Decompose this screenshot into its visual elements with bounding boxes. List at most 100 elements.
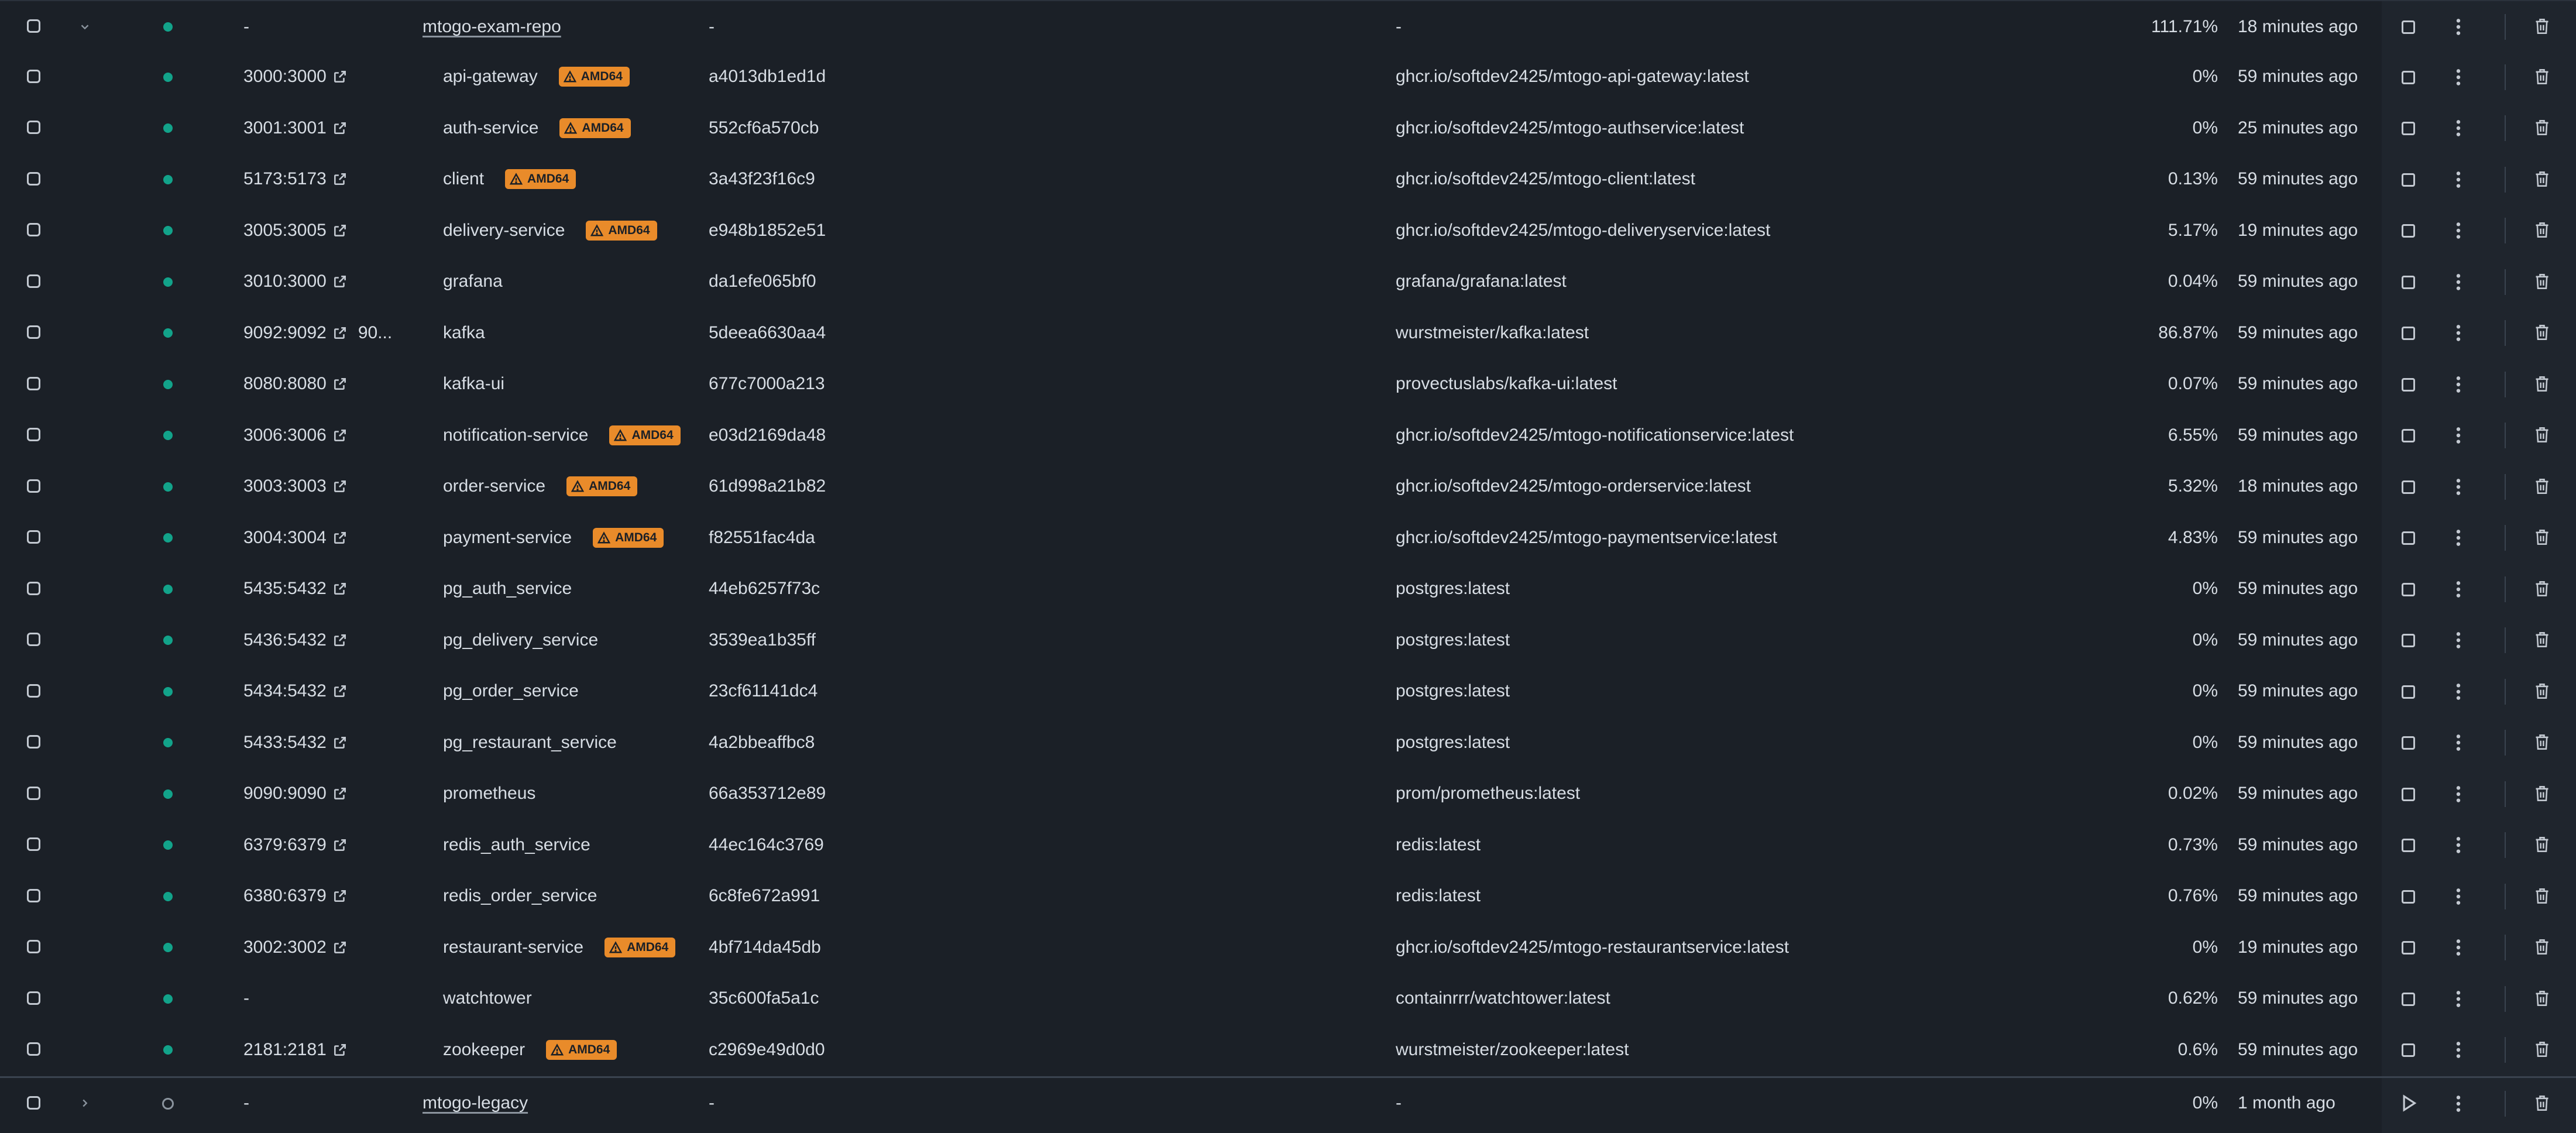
delete-icon[interactable] bbox=[2534, 630, 2550, 652]
delete-icon[interactable] bbox=[2534, 118, 2550, 140]
row-checkbox[interactable] bbox=[27, 786, 40, 800]
port-cell[interactable]: 5434:5432 bbox=[243, 666, 348, 717]
row-checkbox[interactable] bbox=[27, 684, 40, 698]
stop-icon[interactable] bbox=[2402, 582, 2415, 596]
port-cell[interactable]: 3001:3001 bbox=[243, 102, 348, 154]
port-link[interactable]: 8080:8080 bbox=[243, 374, 327, 394]
port-cell[interactable]: 3003:3003 bbox=[243, 461, 348, 513]
more-actions-icon[interactable] bbox=[2455, 631, 2462, 653]
external-link-icon[interactable] bbox=[332, 171, 348, 187]
row-checkbox[interactable] bbox=[27, 171, 40, 186]
row-checkbox[interactable] bbox=[27, 428, 40, 441]
container-name[interactable]: restaurant-service AMD64 bbox=[443, 922, 676, 973]
more-actions-icon[interactable] bbox=[2455, 887, 2462, 909]
row-checkbox[interactable] bbox=[27, 376, 40, 390]
port-link[interactable]: 3005:3005 bbox=[243, 221, 327, 241]
port-cell[interactable]: 6380:6379 bbox=[243, 871, 348, 922]
row-checkbox[interactable] bbox=[27, 991, 40, 1005]
row-checkbox[interactable] bbox=[27, 633, 40, 646]
table-row[interactable]: - watchtower 35c600fa5a1c containrrr/watcht… bbox=[0, 973, 2576, 1025]
stop-icon[interactable] bbox=[2402, 531, 2415, 545]
port-link[interactable]: 5434:5432 bbox=[243, 681, 327, 701]
delete-icon[interactable] bbox=[2534, 733, 2550, 754]
stop-icon[interactable] bbox=[2402, 992, 2415, 1006]
project-name-link[interactable]: mtogo-exam-repo bbox=[423, 1, 561, 53]
stop-icon[interactable] bbox=[2402, 480, 2415, 494]
table-row[interactable]: 5434:5432 pg_order_service 23cf61141dc4 pos… bbox=[0, 666, 2576, 717]
port-cell[interactable]: 9090:9090 bbox=[243, 768, 348, 820]
external-link-icon[interactable] bbox=[332, 223, 348, 238]
row-checkbox[interactable] bbox=[27, 735, 40, 749]
delete-icon[interactable] bbox=[2534, 170, 2550, 191]
row-checkbox[interactable] bbox=[27, 479, 40, 493]
more-actions-icon[interactable] bbox=[2455, 990, 2462, 1011]
delete-icon[interactable] bbox=[2534, 477, 2550, 499]
table-row[interactable]: 6379:6379 redis_auth_service 44ec164c3769 r… bbox=[0, 819, 2576, 871]
row-checkbox[interactable] bbox=[27, 19, 40, 33]
port-link[interactable]: 6379:6379 bbox=[243, 835, 327, 855]
container-name[interactable]: pg_restaurant_service bbox=[443, 717, 617, 768]
stop-icon[interactable] bbox=[2402, 377, 2415, 392]
container-name[interactable]: kafka bbox=[443, 307, 485, 359]
port-link[interactable]: 3010:3000 bbox=[243, 272, 327, 291]
stop-icon[interactable] bbox=[2402, 327, 2415, 340]
row-checkbox[interactable] bbox=[27, 274, 40, 288]
container-name[interactable]: zookeeper AMD64 bbox=[443, 1024, 617, 1076]
stop-icon[interactable] bbox=[2402, 787, 2415, 801]
container-name[interactable]: order-service AMD64 bbox=[443, 461, 638, 513]
more-actions-icon[interactable] bbox=[2455, 938, 2462, 960]
external-link-icon[interactable] bbox=[332, 888, 348, 904]
container-name[interactable]: redis_order_service bbox=[443, 871, 597, 922]
more-actions-icon[interactable] bbox=[2455, 1094, 2462, 1116]
more-actions-icon[interactable] bbox=[2455, 478, 2462, 499]
external-link-icon[interactable] bbox=[332, 940, 348, 955]
delete-icon[interactable] bbox=[2534, 67, 2550, 89]
port-cell[interactable]: 3005:3005 bbox=[243, 205, 348, 256]
table-row[interactable]: 3005:3005 delivery-service AMD64 e948b1852e… bbox=[0, 205, 2576, 256]
external-link-icon[interactable] bbox=[332, 633, 348, 648]
port-link[interactable]: 5173:5173 bbox=[243, 169, 327, 189]
port-link[interactable]: 3003:3003 bbox=[243, 476, 327, 496]
port-more[interactable]: 90... bbox=[358, 323, 392, 343]
delete-icon[interactable] bbox=[2534, 1094, 2550, 1115]
port-cell[interactable]: 2181:2181 bbox=[243, 1024, 348, 1076]
container-name[interactable]: prometheus bbox=[443, 768, 535, 820]
external-link-icon[interactable] bbox=[332, 837, 348, 853]
delete-icon[interactable] bbox=[2534, 221, 2550, 242]
delete-icon[interactable] bbox=[2534, 1040, 2550, 1062]
container-name[interactable]: kafka-ui bbox=[443, 359, 504, 410]
row-checkbox[interactable] bbox=[27, 940, 40, 953]
table-row[interactable]: 9092:9092 90... kafka 5deea6630aa4 wurstmeis… bbox=[0, 307, 2576, 359]
port-link[interactable]: 3001:3001 bbox=[243, 118, 327, 138]
port-cell[interactable]: 9092:9092 90... bbox=[243, 307, 392, 359]
stop-icon[interactable] bbox=[2402, 275, 2415, 289]
stop-icon[interactable] bbox=[2402, 173, 2415, 187]
row-checkbox[interactable] bbox=[27, 1096, 40, 1110]
port-link[interactable]: 3000:3000 bbox=[243, 67, 327, 87]
port-link[interactable]: 3004:3004 bbox=[243, 528, 327, 548]
container-name[interactable]: delivery-service AMD64 bbox=[443, 205, 657, 256]
row-checkbox[interactable] bbox=[27, 325, 40, 339]
container-name[interactable]: redis_auth_service bbox=[443, 819, 590, 871]
row-checkbox[interactable] bbox=[27, 69, 40, 83]
more-actions-icon[interactable] bbox=[2455, 18, 2462, 39]
container-name[interactable]: pg_auth_service bbox=[443, 564, 572, 615]
port-cell[interactable]: 6379:6379 bbox=[243, 819, 348, 871]
port-cell[interactable]: 3002:3002 bbox=[243, 922, 348, 973]
delete-icon[interactable] bbox=[2534, 784, 2550, 806]
chevron-down-icon[interactable] bbox=[76, 1, 94, 53]
delete-icon[interactable] bbox=[2534, 375, 2550, 396]
delete-icon[interactable] bbox=[2534, 425, 2550, 447]
external-link-icon[interactable] bbox=[332, 69, 348, 84]
stop-icon[interactable] bbox=[2402, 890, 2415, 904]
port-cell[interactable]: 5435:5432 bbox=[243, 564, 348, 615]
row-checkbox[interactable] bbox=[27, 1042, 40, 1056]
group-row[interactable]: - mtogo-legacy - - 0% 1 month ago bbox=[0, 1076, 2576, 1129]
external-link-icon[interactable] bbox=[332, 325, 348, 341]
row-checkbox[interactable] bbox=[27, 837, 40, 851]
port-link[interactable]: 9090:9090 bbox=[243, 784, 327, 804]
stop-icon[interactable] bbox=[2402, 1043, 2415, 1057]
delete-icon[interactable] bbox=[2534, 835, 2550, 857]
external-link-icon[interactable] bbox=[332, 376, 348, 392]
container-name[interactable]: api-gateway AMD64 bbox=[443, 52, 630, 103]
